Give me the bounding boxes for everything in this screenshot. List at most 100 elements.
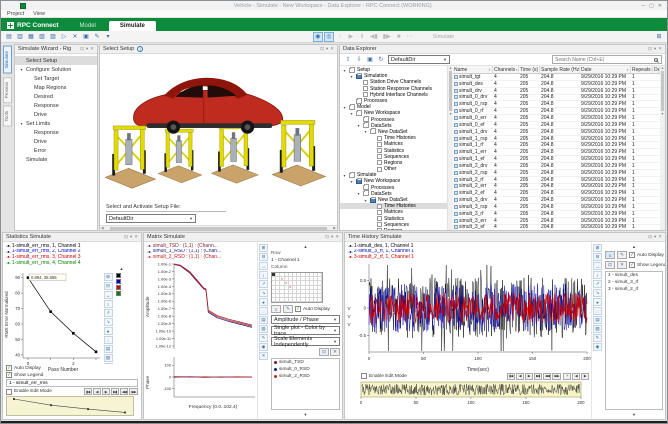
simulate-button[interactable]: Simulate bbox=[433, 34, 454, 40]
tool-icon-5[interactable]: ↘ bbox=[259, 289, 268, 297]
filter-icon[interactable]: ▼ bbox=[626, 68, 629, 72]
wizard-item-select-setup[interactable]: Select Setup bbox=[15, 56, 97, 65]
panel-close-icon[interactable]: ✕ bbox=[335, 234, 339, 240]
explorer-table-scrollbar[interactable]: ▲▼ bbox=[660, 66, 665, 230]
wizard-item-desired[interactable]: Desired bbox=[15, 92, 97, 101]
tool-icon-7[interactable]: ◌ bbox=[259, 307, 268, 315]
time-grid-button[interactable]: ≡ bbox=[605, 251, 615, 259]
wizard-item-map-regions[interactable]: Map Regions bbox=[15, 83, 97, 92]
stats-auto-display[interactable]: ✓Auto Display bbox=[6, 365, 138, 371]
wizard-item-drive[interactable]: Drive bbox=[15, 110, 97, 119]
collapse-down-icon[interactable]: ▼ bbox=[271, 412, 340, 417]
tool-icon-0[interactable]: ⊞ bbox=[104, 273, 113, 281]
edit-icon[interactable]: ✎ bbox=[92, 32, 102, 42]
tool-icon-0[interactable]: ⊞ bbox=[259, 244, 268, 252]
tool-icon-8[interactable]: ▤ bbox=[104, 345, 113, 353]
layout-icon[interactable]: ⊞ bbox=[654, 32, 664, 42]
collapse-up-icon[interactable]: ▲ bbox=[271, 244, 340, 249]
ribbon-tab-model[interactable]: Model bbox=[69, 21, 107, 31]
search-input[interactable] bbox=[553, 57, 654, 63]
time-delete-button[interactable]: ✕ bbox=[617, 261, 627, 269]
wizard-item-configure-solution[interactable]: ▾Configure Solution bbox=[15, 65, 97, 74]
menu-view[interactable]: View bbox=[33, 11, 45, 17]
tool-icon-11[interactable]: ◉ bbox=[259, 343, 268, 351]
column-header-repeats[interactable]: Repeats▼ bbox=[631, 66, 653, 73]
options-icon[interactable]: ▣ bbox=[81, 32, 91, 42]
close-button[interactable]: ✕ bbox=[656, 3, 664, 9]
panel-float-icon[interactable]: ⊡ bbox=[320, 46, 324, 52]
cut-icon[interactable]: ✕ bbox=[70, 32, 80, 42]
transport-button[interactable]: ◀◀ bbox=[543, 373, 552, 380]
time-auto-display[interactable]: ✓Auto Display bbox=[629, 252, 664, 258]
matrix-cell[interactable] bbox=[318, 298, 322, 302]
tool-icon-12[interactable]: ✕ bbox=[259, 352, 268, 360]
wizard-item-simulate[interactable]: Simulate bbox=[15, 155, 97, 164]
info-icon[interactable]: i bbox=[137, 46, 143, 52]
panel-float-icon[interactable]: ⊡ bbox=[648, 234, 652, 240]
stats-show-legend[interactable]: ✓Show Legend bbox=[6, 372, 138, 378]
vertical-tab-simulate[interactable]: Simulate bbox=[3, 46, 12, 74]
trace-list-item[interactable]: 1 - simult_err_rms bbox=[7, 380, 137, 387]
color-swatch[interactable] bbox=[116, 279, 121, 284]
wizard-item-response[interactable]: Response bbox=[15, 101, 97, 110]
matrix-plot-style-dropdown[interactable]: Single plot - Color by trace▼ bbox=[271, 326, 340, 335]
column-header-sample-rate-hz-[interactable]: Sample Rate (Hz)▼ bbox=[540, 66, 580, 73]
trace-list-item[interactable]: 3 - simult_2_rf bbox=[606, 286, 662, 293]
transport-button[interactable]: ▶▮ bbox=[534, 373, 542, 380]
tool-icon-0[interactable]: ⊞ bbox=[593, 244, 602, 252]
panel-menu-icon[interactable]: ▾ bbox=[331, 234, 333, 240]
time-edit-button[interactable]: ✎ bbox=[617, 251, 627, 259]
panel-close-icon[interactable]: ✕ bbox=[658, 234, 662, 240]
panel-menu-icon[interactable]: ▾ bbox=[326, 46, 328, 52]
tool-icon-4[interactable]: ↗ bbox=[593, 280, 602, 288]
trace-list-item[interactable]: simult_TSD bbox=[272, 359, 339, 366]
color-swatch[interactable] bbox=[116, 273, 121, 278]
menu-project[interactable]: Project bbox=[7, 11, 24, 17]
tool-icon-5[interactable]: ↘ bbox=[593, 289, 602, 297]
tool-icon-1[interactable]: ⊟ bbox=[104, 282, 113, 290]
tool-icon-2[interactable]: ↔ bbox=[259, 262, 268, 270]
link-displays-icon[interactable]: ◉ bbox=[313, 32, 323, 42]
transport-button[interactable]: ▶ bbox=[581, 373, 589, 380]
export-icon[interactable]: ⇩ bbox=[354, 55, 364, 65]
vertical-tab-process[interactable]: Process bbox=[3, 77, 12, 103]
step-forward-icon[interactable]: ▮▶ bbox=[381, 32, 393, 42]
ribbon-tab-simulate[interactable]: Simulate bbox=[109, 21, 156, 31]
stats-enable-edit[interactable]: Enable Edit Mode bbox=[6, 389, 52, 395]
panel-close-icon[interactable]: ✕ bbox=[134, 234, 138, 240]
stats-overview-thumbnail[interactable] bbox=[6, 396, 138, 418]
panel-float-icon[interactable]: ⊡ bbox=[325, 234, 329, 240]
panel-float-icon[interactable]: ⊡ bbox=[124, 234, 128, 240]
panel-menu-icon[interactable]: ▾ bbox=[130, 234, 132, 240]
matrix-cell-selector[interactable]: ✕✕✕ bbox=[271, 272, 323, 303]
tool-icon-4[interactable]: ↗ bbox=[259, 280, 268, 288]
table-row[interactable]: simult_3_ef4205204.89/29/2016 10:29 PM1 bbox=[453, 225, 660, 230]
column-header-time-s-[interactable]: Time (s)▼ bbox=[519, 66, 540, 73]
more-icon[interactable]: ▾ bbox=[103, 32, 113, 42]
wizard-item-response[interactable]: Response bbox=[15, 128, 97, 137]
tool-icon-10[interactable]: ✎ bbox=[593, 334, 602, 342]
transport-button[interactable]: ◀◀ bbox=[120, 388, 129, 395]
setup-hscrollbar[interactable]: ◀▶ bbox=[100, 225, 337, 230]
matrix-menu-button[interactable]: ≡ bbox=[271, 305, 281, 313]
search-box[interactable] bbox=[552, 55, 662, 64]
matrix-auto-display[interactable]: ✓Auto Display bbox=[295, 306, 330, 312]
wizard-item-error[interactable]: Error bbox=[15, 146, 97, 155]
tool-icon-1[interactable]: ⊟ bbox=[259, 253, 268, 261]
filter-icon[interactable]: ▼ bbox=[488, 68, 491, 72]
time-trace-list[interactable]: 1 - simult_des2 - simult_3_rf3 - simult_… bbox=[605, 271, 663, 410]
matrix-display-mode-dropdown[interactable]: Amplitude / Phase▼ bbox=[271, 315, 340, 324]
panel-close-icon[interactable]: ✕ bbox=[330, 46, 334, 52]
tool-icon-10[interactable]: ✎ bbox=[259, 334, 268, 342]
vertical-tab-tools[interactable]: Tools bbox=[3, 106, 12, 127]
open-icon[interactable]: ▥ bbox=[15, 32, 25, 42]
minimize-button[interactable]: ─ bbox=[640, 3, 648, 9]
tool-icon-8[interactable]: ▤ bbox=[259, 316, 268, 324]
tool-icon-7[interactable]: ◌ bbox=[593, 307, 602, 315]
column-header-date[interactable]: Date▼ bbox=[580, 66, 631, 73]
maximize-button[interactable]: ▢ bbox=[647, 3, 656, 9]
tool-icon-9[interactable]: ▨ bbox=[104, 354, 113, 362]
color-swatch[interactable] bbox=[116, 285, 121, 290]
column-header-channels[interactable]: Channels▼ bbox=[493, 66, 519, 73]
tool-icon-3[interactable]: ↕ bbox=[593, 271, 602, 279]
